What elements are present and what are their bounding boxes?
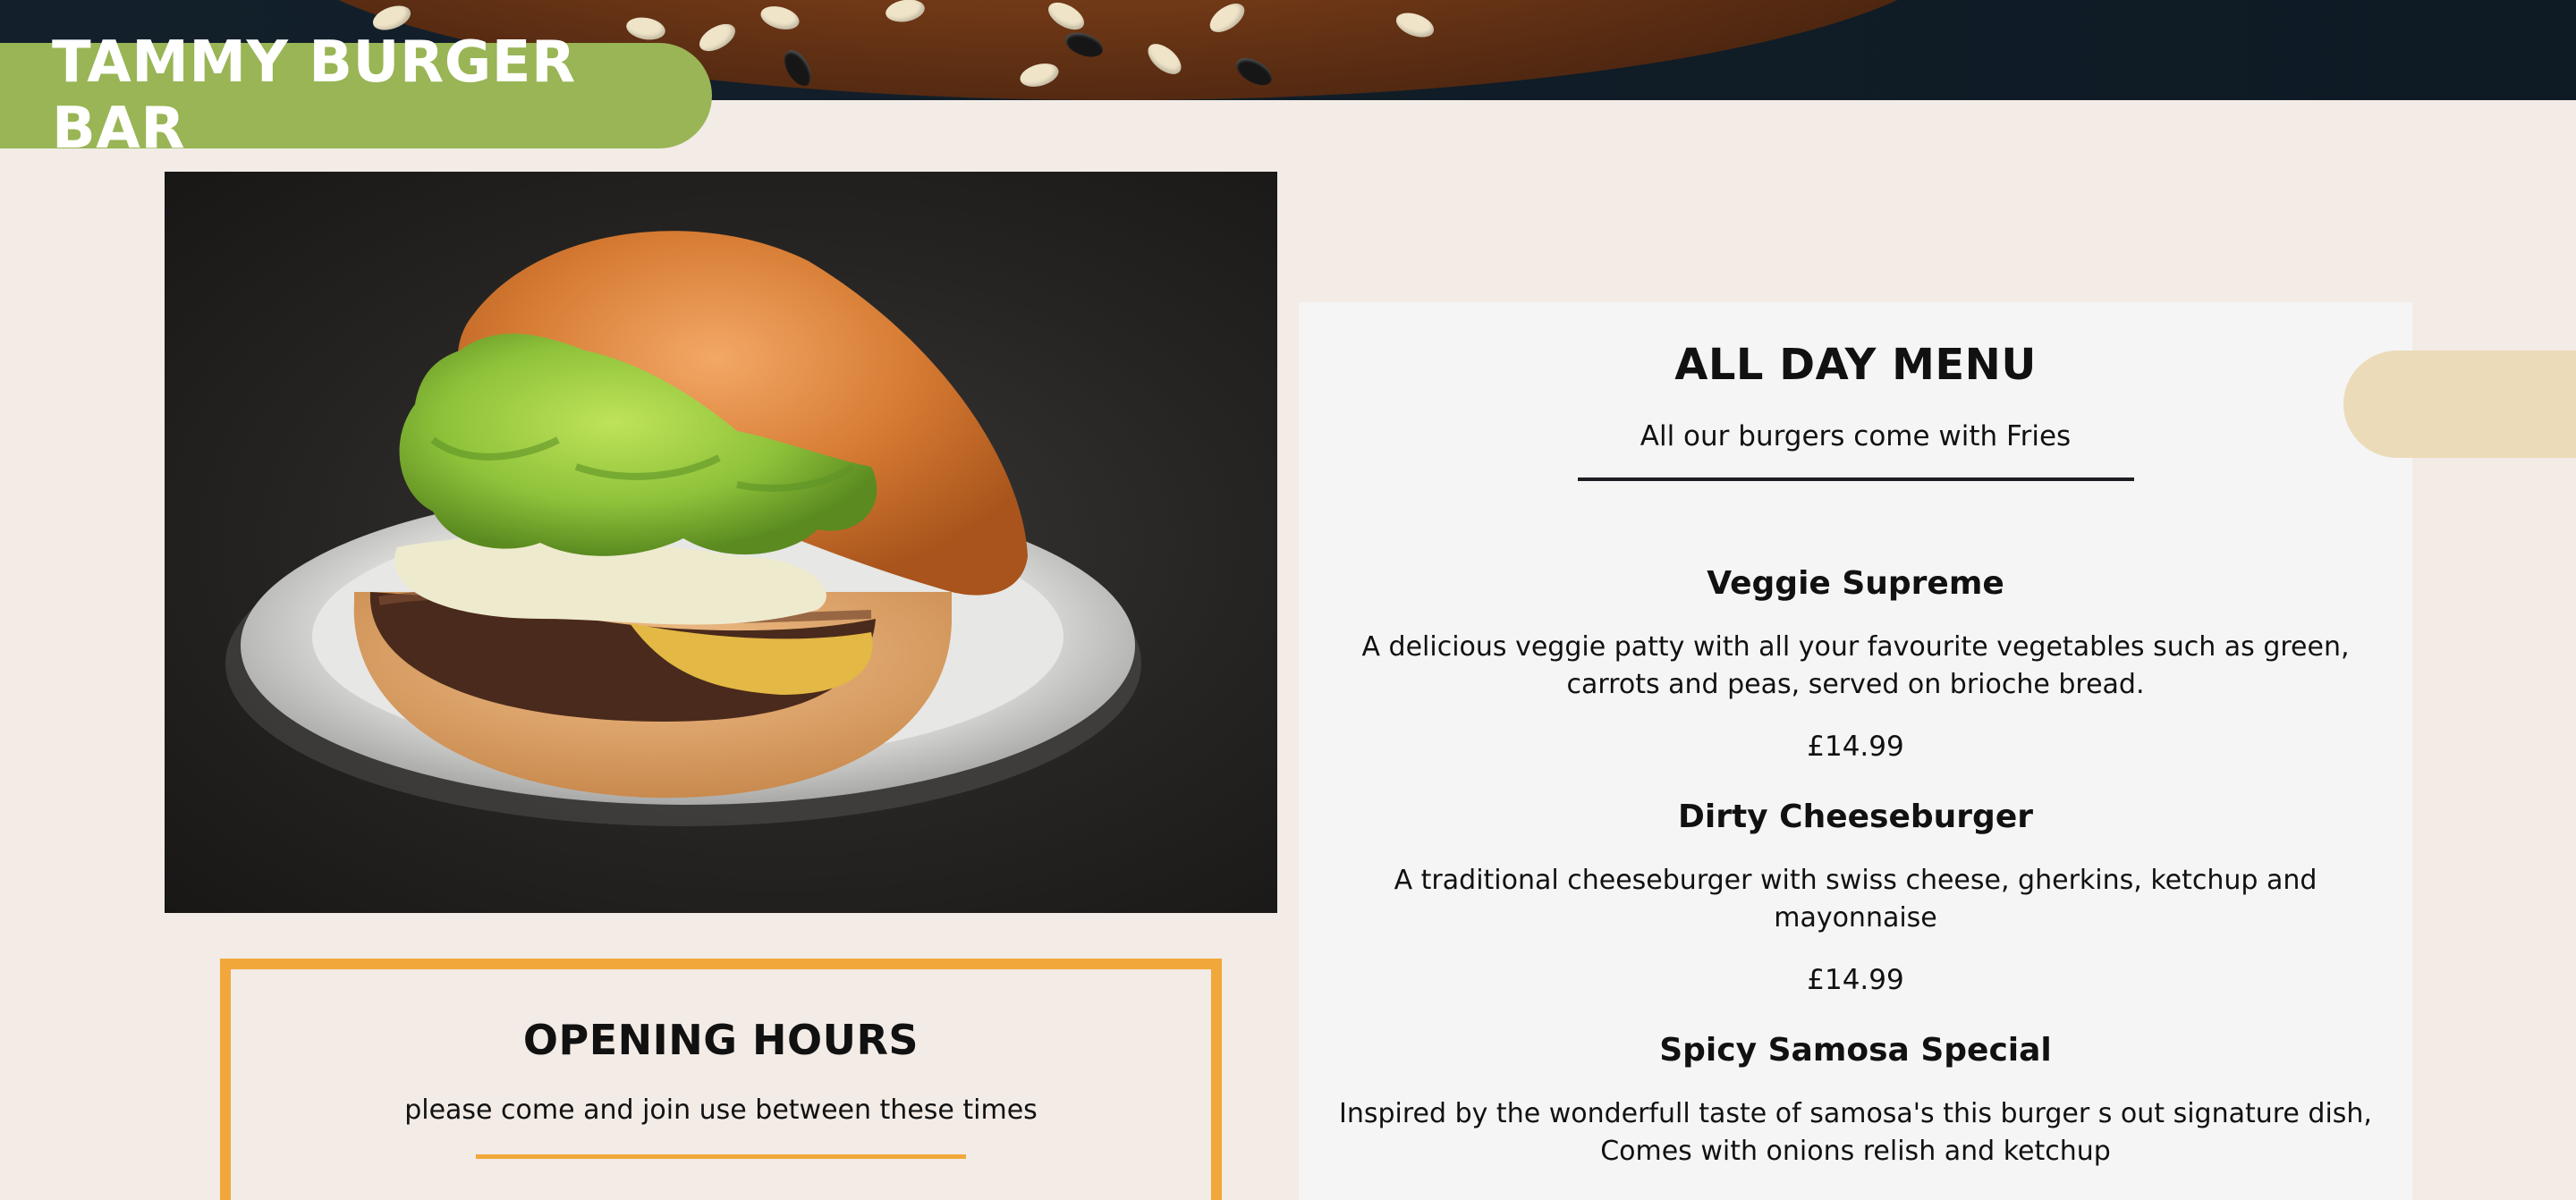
menu-item-description: A delicious veggie patty with all your f… — [1361, 631, 2350, 700]
menu-item: Dirty Cheeseburger A traditional cheeseb… — [1299, 799, 2412, 996]
menu-subtitle: All our burgers come with Fries — [1640, 420, 2072, 452]
menu-item-description: Inspired by the wonderfull taste of samo… — [1339, 1098, 2372, 1167]
menu-card: ALL DAY MENU All our burgers come with F… — [1299, 302, 2412, 1200]
menu-item-name: Dirty Cheeseburger — [1677, 799, 2033, 835]
menu-title: ALL DAY MENU — [1674, 340, 2037, 390]
menu-item-price: £14.99 — [1807, 964, 1904, 996]
opening-hours-divider — [476, 1154, 966, 1159]
brand-title: TAMMY BURGER BAR — [52, 30, 576, 162]
menu-divider — [1577, 477, 2134, 481]
opening-hours-title: OPENING HOURS — [522, 1016, 919, 1064]
menu-item-price: £14.99 — [1807, 731, 1904, 763]
decorative-accent-pill — [2343, 351, 2576, 458]
menu-item-name: Spicy Samosa Special — [1659, 1032, 2052, 1069]
burger-photo — [165, 172, 1277, 913]
menu-item: Spicy Samosa Special Inspired by the won… — [1299, 1032, 2412, 1170]
menu-item-name: Veggie Supreme — [1707, 565, 2004, 602]
menu-item: Veggie Supreme A delicious veggie patty … — [1299, 565, 2412, 763]
brand-banner[interactable]: TAMMY BURGER BAR — [0, 30, 712, 162]
opening-hours-subtitle: please come and join use between these t… — [404, 1094, 1038, 1126]
menu-item-description: A traditional cheeseburger with swiss ch… — [1394, 865, 2318, 934]
opening-hours-card: OPENING HOURS please come and join use b… — [220, 959, 1222, 1200]
